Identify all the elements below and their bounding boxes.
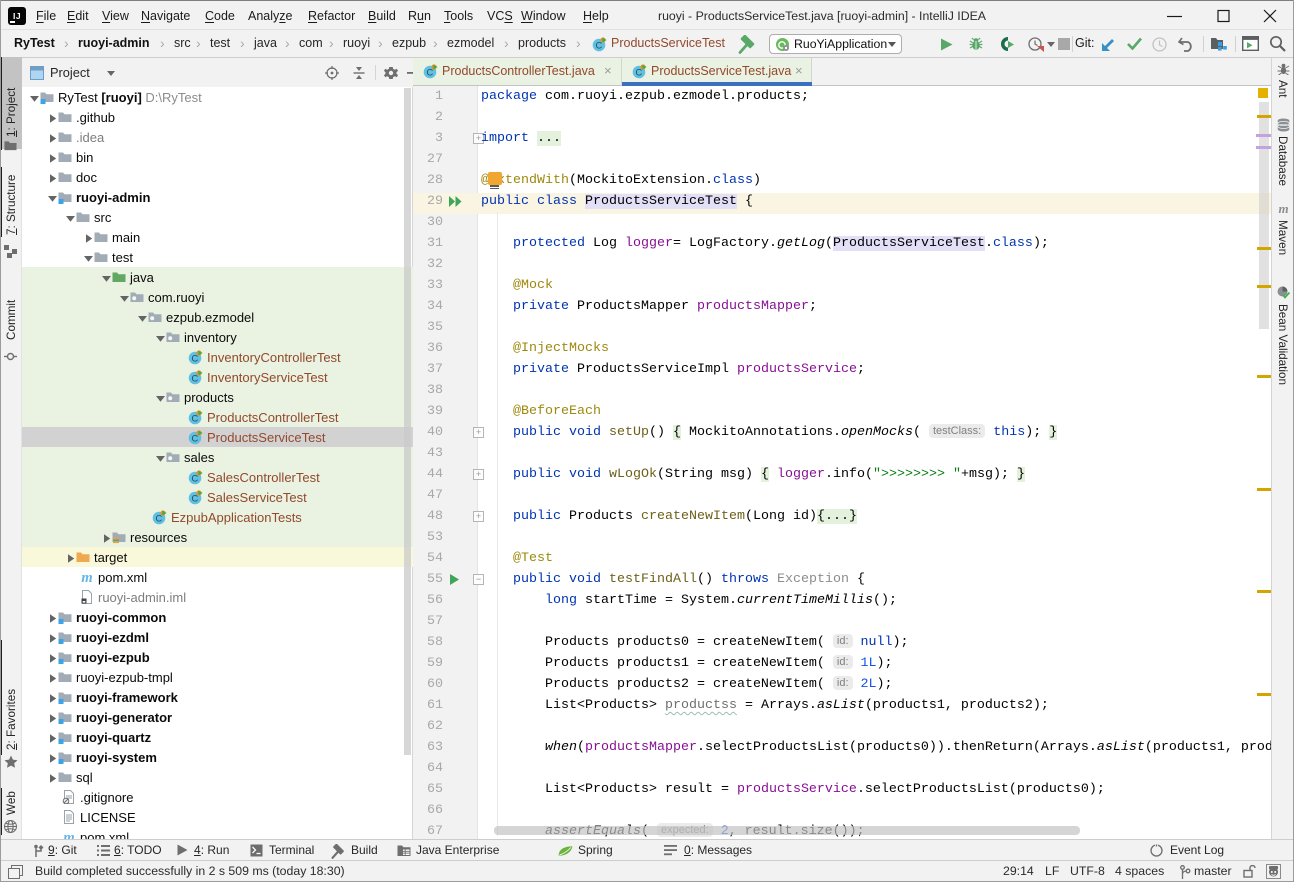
svg-text:m: m — [81, 570, 92, 584]
svg-text:m: m — [63, 830, 74, 839]
svg-text:m: m — [1278, 201, 1288, 216]
